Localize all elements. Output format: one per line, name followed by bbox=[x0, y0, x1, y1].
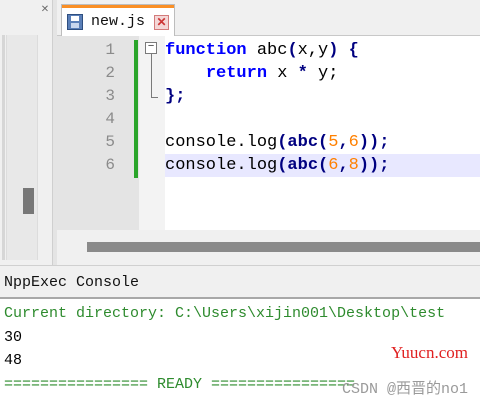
tab-bar: new.js ✕ bbox=[57, 0, 480, 36]
code-line-2: return x * y; bbox=[205, 64, 339, 83]
code-text-area[interactable]: function abc(x,y) { return x * y; }; con… bbox=[165, 36, 480, 230]
line-number: 6 bbox=[105, 156, 115, 174]
console-line: ================ READY ================ bbox=[4, 376, 356, 393]
console-line: Current directory: C:\Users\xijin001\Des… bbox=[4, 305, 446, 322]
line-number: 1 bbox=[105, 41, 115, 59]
tab-label: new.js bbox=[91, 13, 146, 30]
tab-close-icon[interactable]: ✕ bbox=[154, 15, 169, 30]
code-line-6: console.log(abc(6,8)); bbox=[165, 154, 480, 177]
line-number: 4 bbox=[105, 110, 115, 128]
fold-guide-end bbox=[151, 97, 158, 98]
fold-toggle-icon[interactable]: − bbox=[145, 42, 157, 54]
code-line-3: }; bbox=[165, 87, 186, 106]
active-tab-indicator bbox=[62, 5, 174, 8]
left-panel: ✕ bbox=[0, 0, 57, 265]
code-editor[interactable]: 1 2 3 4 5 6 − function abc(x,y) { return… bbox=[57, 36, 480, 265]
horizontal-scrollbar[interactable] bbox=[57, 230, 480, 265]
site-watermark: Yuucn.com bbox=[391, 343, 468, 362]
fold-guide bbox=[151, 54, 152, 98]
left-panel-scroll-thumb[interactable] bbox=[23, 188, 34, 214]
save-icon bbox=[67, 14, 83, 30]
left-panel-scrollbar[interactable] bbox=[6, 35, 38, 260]
console-line: 30 bbox=[4, 329, 23, 346]
author-watermark: CSDN @西晋的no1 bbox=[341, 381, 468, 398]
console-line: 48 bbox=[4, 352, 23, 369]
tab-new-js[interactable]: new.js ✕ bbox=[61, 4, 175, 36]
left-panel-edge bbox=[2, 35, 5, 260]
code-line-5: console.log(abc(5,6)); bbox=[165, 133, 390, 152]
horizontal-scroll-thumb[interactable] bbox=[87, 242, 480, 252]
change-history-bar bbox=[134, 40, 138, 178]
console-output[interactable]: Current directory: C:\Users\xijin001\Des… bbox=[0, 297, 480, 408]
console-header: NppExec Console bbox=[0, 265, 480, 297]
line-number: 2 bbox=[105, 64, 115, 82]
console-title: NppExec Console bbox=[4, 274, 140, 291]
left-panel-close-icon[interactable]: ✕ bbox=[40, 4, 50, 16]
line-number: 3 bbox=[105, 87, 115, 105]
code-line-1: function abc(x,y) { bbox=[165, 41, 359, 60]
line-number: 5 bbox=[105, 133, 115, 151]
fold-margin bbox=[139, 36, 165, 230]
line-number-gutter: 1 2 3 4 5 6 bbox=[57, 36, 139, 230]
